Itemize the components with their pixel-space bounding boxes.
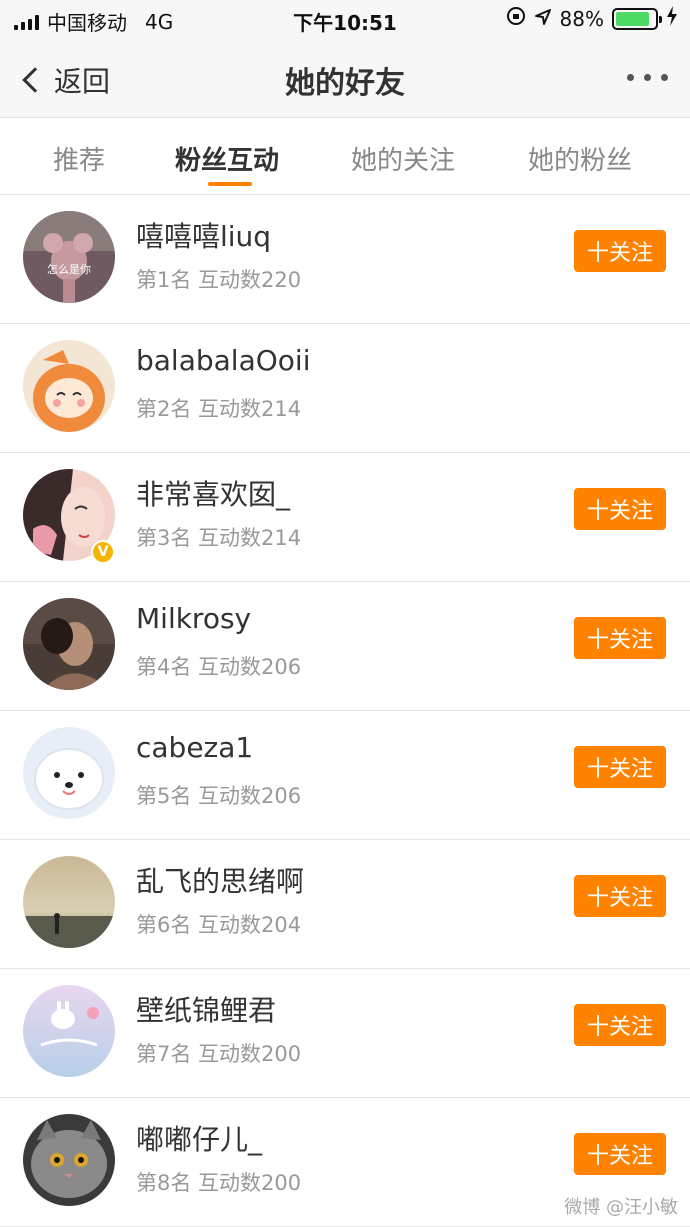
tab-her-following[interactable]: 她的关注 [351,140,455,177]
avatar[interactable] [23,1114,115,1206]
list-item[interactable]: cabeza1 第5名 互动数206 十关注 [0,711,690,840]
friend-name[interactable]: cabeza1 [136,731,253,764]
status-bar: 中国移动 4G 下午10:51 88% [0,0,690,40]
active-tab-indicator [208,182,252,186]
tab-recommend[interactable]: 推荐 [53,140,105,177]
friend-rank: 第1名 互动数220 [136,268,302,292]
friend-name[interactable]: 嘻嘻嘻liuq [136,215,271,255]
battery-icon [612,7,662,30]
list-item[interactable]: 乱飞的思绪啊 第6名 互动数204 十关注 [0,840,690,969]
friend-rank: 第2名 互动数214 [136,397,302,421]
friend-name[interactable]: 壁纸锦鲤君 [136,989,276,1029]
follow-button[interactable]: 十关注 [574,875,666,917]
list-item[interactable]: 壁纸锦鲤君 第7名 互动数200 十关注 [0,969,690,1098]
follow-button[interactable]: 十关注 [574,230,666,272]
friend-rank: 第5名 互动数206 [136,784,302,808]
friend-rank: 第4名 互动数206 [136,655,302,679]
tab-bar: 推荐 粉丝互动 她的关注 她的粉丝 [0,118,690,195]
friend-rank: 第3名 互动数214 [136,526,302,550]
avatar[interactable] [23,856,115,948]
page-title: 她的好友 [285,66,405,101]
follow-button[interactable]: 十关注 [574,746,666,788]
list-item[interactable]: balabalaOoii 第2名 互动数214 [0,324,690,453]
watermark: 微博 @汪小敏 [564,1197,678,1218]
follow-button[interactable]: 十关注 [574,617,666,659]
tab-fan-interaction[interactable]: 粉丝互动 [175,140,279,177]
list-item[interactable]: 怎么是你 嘻嘻嘻liuq 第1名 互动数220 十关注 [0,195,690,324]
friend-rank: 第8名 互动数200 [136,1171,302,1195]
verified-badge: V [91,540,115,564]
friend-rank: 第7名 互动数200 [136,1042,302,1066]
list-item[interactable]: Milkrosy 第4名 互动数206 十关注 [0,582,690,711]
status-right: 88% [506,6,678,31]
more-dots-icon [627,74,634,81]
avatar[interactable] [23,985,115,1077]
avatar[interactable] [23,340,115,432]
nav-bar: 返回 她的好友 [0,40,690,118]
orientation-lock-icon [506,6,526,31]
location-icon [534,7,552,31]
friend-name[interactable]: 嘟嘟仔儿_ [136,1118,262,1158]
follow-button[interactable]: 十关注 [574,488,666,530]
follow-button[interactable]: 十关注 [574,1133,666,1175]
more-button[interactable] [627,74,668,81]
avatar[interactable] [23,727,115,819]
follow-button[interactable]: 十关注 [574,1004,666,1046]
avatar[interactable] [23,598,115,690]
svg-text:怎么是你: 怎么是你 [47,262,91,276]
tab-her-fans[interactable]: 她的粉丝 [528,140,632,177]
friend-name[interactable]: 乱飞的思绪啊 [136,860,304,900]
friend-rank: 第6名 互动数204 [136,913,302,937]
charging-icon [666,6,678,31]
friend-name[interactable]: balabalaOoii [136,344,310,377]
avatar[interactable]: 怎么是你 [23,211,115,303]
friend-name[interactable]: Milkrosy [136,602,251,635]
battery-percent: 88% [559,6,604,31]
friend-list: 怎么是你 嘻嘻嘻liuq 第1名 互动数220 十关注 balabalaOoii… [0,195,690,1227]
list-item[interactable]: V 非常喜欢囡_ 第3名 互动数214 十关注 [0,453,690,582]
friend-name[interactable]: 非常喜欢囡_ [136,473,290,513]
